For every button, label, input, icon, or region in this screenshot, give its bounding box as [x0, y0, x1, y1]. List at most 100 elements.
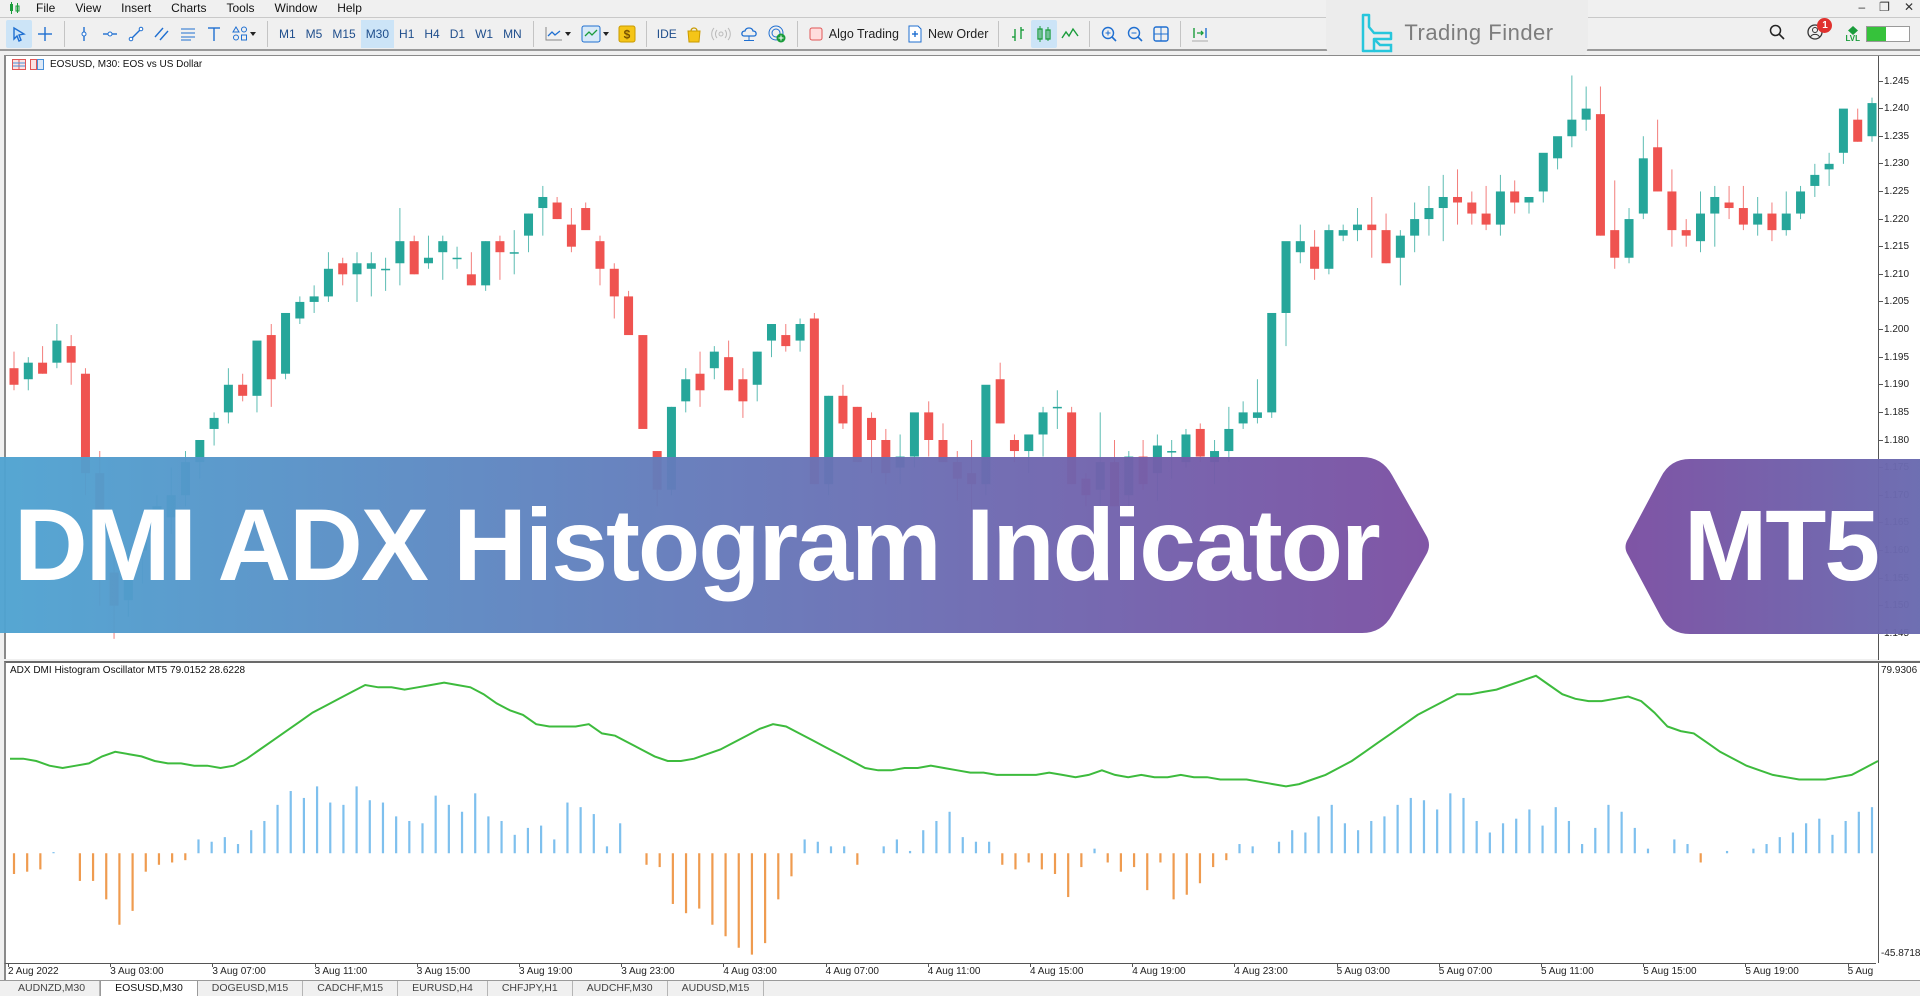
- menu-help[interactable]: Help: [329, 1, 374, 15]
- menu-file[interactable]: File: [28, 1, 67, 15]
- timeframe-mn[interactable]: MN: [498, 20, 527, 48]
- community-button[interactable]: [763, 20, 791, 48]
- bullish-candle-body: [1638, 158, 1648, 214]
- timeframe-m1[interactable]: M1: [274, 20, 301, 48]
- ide-button[interactable]: IDE: [653, 20, 681, 48]
- restore-button[interactable]: ❐: [1879, 0, 1890, 16]
- timeframe-h4[interactable]: H4: [419, 20, 444, 48]
- level-indicator: LVL: [1845, 25, 1910, 43]
- bearish-candle-body: [566, 224, 576, 247]
- line-chart-button[interactable]: [1057, 20, 1083, 48]
- chart-tab[interactable]: CHFJPY,H1: [488, 981, 573, 996]
- price-axis[interactable]: 1.245 1.240 1.235 1.230 1.225 1.220 1.215 1.210…: [1878, 56, 1920, 660]
- bullish-candle-body: [1338, 230, 1348, 236]
- new-order-label: New Order: [927, 26, 989, 41]
- menu-insert[interactable]: Insert: [113, 1, 163, 15]
- candle: [1324, 224, 1334, 275]
- chart-tab[interactable]: AUDUSD,M15: [668, 981, 765, 996]
- bar-chart-button[interactable]: [1005, 20, 1031, 48]
- timeframe-m30[interactable]: M30: [360, 19, 395, 48]
- shapes-dropdown-button[interactable]: [227, 20, 261, 48]
- price-chart-window[interactable]: EOSUSD, M30: EOS vs US Dollar 1.245 1.240…: [4, 55, 1920, 660]
- bearish-candle-body: [409, 241, 419, 275]
- fingerprint-add-icon: [768, 25, 786, 42]
- bullish-candle-body: [23, 362, 33, 380]
- chart-tab[interactable]: DOGEUSD,M15: [198, 981, 304, 996]
- close-button[interactable]: ✕: [1904, 0, 1914, 16]
- channel-button[interactable]: [149, 20, 175, 48]
- menu-window[interactable]: Window: [267, 1, 330, 15]
- bullish-candle-body: [323, 268, 333, 297]
- auto-scroll-button[interactable]: [1187, 20, 1213, 48]
- candle: [1110, 440, 1120, 507]
- indicator-window[interactable]: ADX DMI Histogram Oscillator MT5 79.0152…: [4, 661, 1920, 965]
- candle: [495, 235, 505, 280]
- candle: [1853, 108, 1863, 142]
- bullish-candle-body: [452, 257, 462, 260]
- candle: [924, 401, 934, 457]
- bearish-candle-body: [66, 346, 76, 363]
- bullish-candle-body: [1395, 235, 1405, 258]
- candle: [1210, 440, 1220, 485]
- bearish-candle-body: [967, 473, 977, 485]
- indicator-axis[interactable]: 79.9306 -45.8718: [1878, 663, 1920, 965]
- cursor-tool-button[interactable]: [6, 19, 32, 48]
- timeframe-m15[interactable]: M15: [327, 20, 360, 48]
- vertical-line-button[interactable]: [71, 20, 97, 48]
- candle: [1067, 406, 1077, 485]
- shop-button[interactable]: [681, 20, 707, 48]
- chart-tab[interactable]: EOSUSD,M30: [100, 981, 198, 996]
- menu-view[interactable]: View: [67, 1, 113, 15]
- candle: [652, 451, 662, 507]
- account-button[interactable]: 1: [1807, 17, 1833, 45]
- candle: [395, 208, 405, 286]
- chart-tab[interactable]: AUDNZD,M30: [4, 981, 101, 996]
- trendline-button[interactable]: [123, 20, 149, 48]
- bullish-candle-body: [524, 213, 534, 236]
- horizontal-line-button[interactable]: [97, 20, 123, 48]
- search-button[interactable]: [1769, 24, 1786, 45]
- candle: [852, 406, 862, 463]
- fibonacci-button[interactable]: [175, 20, 201, 48]
- crosshair-tool-button[interactable]: [32, 20, 58, 48]
- vps-button[interactable]: [735, 20, 763, 48]
- bearish-candle-body: [852, 406, 862, 463]
- chart-tab[interactable]: CADCHF,M15: [303, 981, 399, 996]
- candle: [1438, 174, 1448, 242]
- text-tool-button[interactable]: [201, 20, 227, 48]
- menu-charts[interactable]: Charts: [163, 1, 218, 15]
- zoom-out-button[interactable]: [1122, 20, 1148, 48]
- candlestick-chart-button[interactable]: [1031, 19, 1058, 48]
- minimize-button[interactable]: –: [1858, 0, 1865, 16]
- timeframe-h1[interactable]: H1: [394, 20, 419, 48]
- algo-trading-button[interactable]: Algo Trading: [804, 20, 903, 48]
- time-axis[interactable]: 2 Aug 2022 3 Aug 03:00 3 Aug 07:00 3 Aug 11…: [4, 963, 1901, 980]
- templates-dropdown-button[interactable]: [576, 20, 614, 48]
- candle: [423, 235, 433, 269]
- new-order-button[interactable]: New Order: [903, 20, 992, 48]
- bearish-candle-body: [995, 379, 1005, 424]
- bullish-candle-body: [1495, 191, 1505, 225]
- indicators-dropdown-button[interactable]: [540, 20, 576, 48]
- candle: [809, 312, 819, 485]
- menu-tools[interactable]: Tools: [219, 1, 267, 15]
- tile-windows-button[interactable]: [1148, 20, 1174, 48]
- signals-button[interactable]: [707, 20, 735, 48]
- chart-tab[interactable]: EURUSD,H4: [398, 981, 488, 996]
- timeframe-d1[interactable]: D1: [445, 20, 470, 48]
- candle: [138, 511, 148, 584]
- chart-tab[interactable]: AUDCHF,M30: [573, 981, 668, 996]
- bearish-candle-body: [1481, 213, 1491, 225]
- candle: [481, 241, 491, 291]
- timeframe-w1[interactable]: W1: [470, 20, 498, 48]
- market-button[interactable]: $: [614, 20, 640, 48]
- candle: [23, 357, 33, 391]
- candle: [266, 324, 276, 407]
- toolbar-separator: [267, 20, 268, 47]
- bullish-candle-body: [381, 268, 391, 271]
- timeframe-m5[interactable]: M5: [301, 20, 328, 48]
- time-tick-label: 5 Aug 07:00: [1438, 963, 1493, 977]
- zoom-in-button[interactable]: [1096, 20, 1122, 48]
- candle: [1495, 174, 1505, 236]
- time-tick-label: 5 Aug 19:00: [1745, 963, 1799, 977]
